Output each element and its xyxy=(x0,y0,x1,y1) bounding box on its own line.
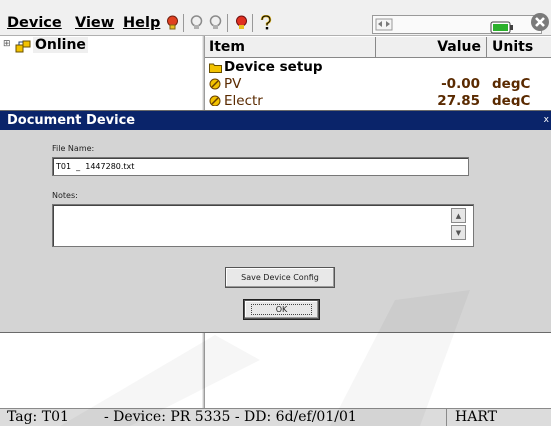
scroll-down-button[interactable]: ▼ xyxy=(451,225,466,240)
help-icon[interactable] xyxy=(257,14,274,32)
parameter-table: Item Value Units Device setup PV -0.00 d… xyxy=(205,36,551,106)
toolbar-separator xyxy=(183,14,184,32)
menu-device[interactable]: Device xyxy=(7,15,62,31)
connect-icon[interactable] xyxy=(207,14,224,32)
toolbar-separator xyxy=(252,14,253,32)
menu-view[interactable]: View xyxy=(75,15,114,31)
table-row[interactable]: Electr 27.85 degC xyxy=(205,93,551,106)
device-icon xyxy=(15,39,31,58)
row-value: 27.85 xyxy=(437,93,480,106)
status-tag: Tag: T01 xyxy=(7,409,69,425)
row-item-label: Electr xyxy=(224,93,263,106)
row-item-label: Device setup xyxy=(224,59,323,75)
status-protocol: HART xyxy=(455,409,497,425)
folder-icon xyxy=(209,61,222,77)
refresh-icon[interactable] xyxy=(188,14,205,32)
variable-icon xyxy=(209,78,221,94)
document-device-dialog: Document Device x File Name: T01 _ 14472… xyxy=(0,110,551,333)
file-name-label: File Name: xyxy=(52,144,95,153)
column-header-item[interactable]: Item xyxy=(205,37,376,58)
row-value: -0.00 xyxy=(441,76,480,92)
alert-icon[interactable] xyxy=(233,14,250,32)
variable-icon xyxy=(209,95,221,106)
row-units: degC xyxy=(492,93,531,106)
device-tree: ⊞ Online xyxy=(0,36,202,106)
file-name-value: T01 _ 1447280.txt xyxy=(56,162,135,171)
table-row[interactable]: PV -0.00 degC xyxy=(205,76,551,92)
tree-item-online[interactable]: Online xyxy=(33,37,88,53)
row-units: degC xyxy=(492,76,531,92)
dialog-title-bar[interactable]: Document Device x xyxy=(0,111,551,130)
save-device-config-label: Save Device Config xyxy=(241,273,319,282)
toolbar-separator xyxy=(227,14,228,32)
save-device-config-button[interactable]: Save Device Config xyxy=(225,267,335,288)
dialog-close-button[interactable]: x xyxy=(544,111,549,130)
notes-field[interactable]: ▲ ▼ xyxy=(52,204,474,247)
parameter-table-lower xyxy=(205,333,551,408)
row-item-label: PV xyxy=(224,76,242,92)
network-icon xyxy=(375,17,393,36)
column-header-value[interactable]: Value xyxy=(376,37,487,58)
notes-label: Notes: xyxy=(52,191,78,200)
scroll-up-button[interactable]: ▲ xyxy=(451,208,466,223)
menu-help[interactable]: Help xyxy=(123,15,160,31)
device-tree-lower xyxy=(0,333,202,408)
menu-bar: Device View Help xyxy=(0,0,551,36)
connection-status-box xyxy=(372,15,542,34)
ok-label: OK xyxy=(250,304,313,315)
device-status-icon[interactable] xyxy=(164,14,181,32)
tree-expander[interactable]: ⊞ xyxy=(3,39,11,49)
file-name-field[interactable]: T01 _ 1447280.txt xyxy=(52,157,469,176)
status-device: - Device: PR 5335 - DD: 6d/ef/01/01 xyxy=(104,409,357,425)
close-icon[interactable] xyxy=(530,12,550,36)
status-divider xyxy=(446,409,447,426)
table-row[interactable]: Device setup xyxy=(205,59,551,75)
column-header-units[interactable]: Units xyxy=(487,37,551,58)
dialog-title: Document Device xyxy=(7,113,136,128)
ok-button[interactable]: OK xyxy=(244,300,319,319)
status-bar: Tag: T01 - Device: PR 5335 - DD: 6d/ef/0… xyxy=(0,408,551,426)
